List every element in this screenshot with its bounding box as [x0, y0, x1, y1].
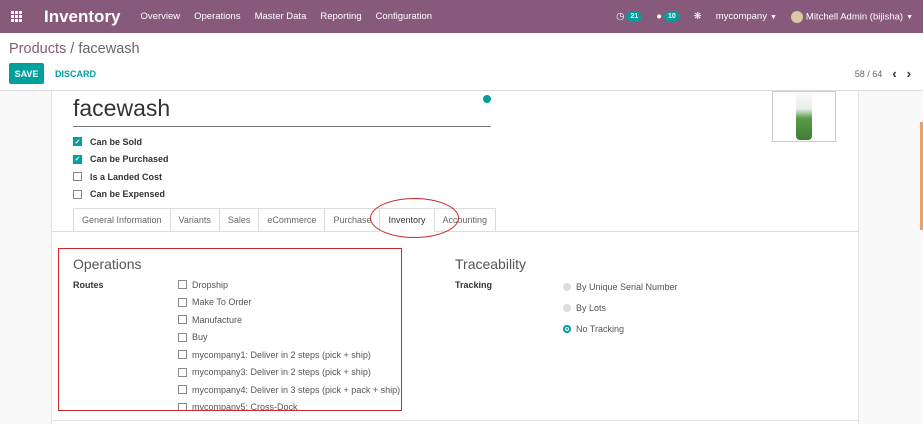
- chevron-left-icon[interactable]: ‹: [892, 66, 896, 81]
- tab-sales[interactable]: Sales: [218, 208, 259, 232]
- globe-icon[interactable]: [483, 95, 491, 103]
- option-can-be-expensed[interactable]: Can be Expensed: [73, 186, 169, 204]
- top-navbar: Inventory Overview Operations Master Dat…: [0, 0, 923, 33]
- activity-button[interactable]: ◷ 21: [616, 11, 643, 22]
- main-menu: Overview Operations Master Data Reportin…: [141, 11, 433, 22]
- checkbox-unchecked-icon[interactable]: [73, 172, 82, 182]
- divider: [51, 420, 859, 421]
- traceability-title: Traceability: [455, 256, 527, 272]
- tab-variants[interactable]: Variants: [169, 208, 219, 232]
- name-field-underline: [73, 126, 491, 127]
- pager: 58 / 64 ‹ ›: [855, 66, 911, 81]
- radio-label: By Unique Serial Number: [576, 281, 678, 292]
- chevron-down-icon: ▼: [906, 14, 913, 22]
- breadcrumb-separator: /: [66, 41, 79, 57]
- option-label: Can be Purchased: [90, 154, 169, 165]
- option-can-be-purchased[interactable]: ✓ Can be Purchased: [73, 151, 169, 169]
- radio-unselected-icon[interactable]: [563, 303, 571, 312]
- chat-icon: ●: [656, 11, 662, 22]
- option-label: Can be Sold: [90, 136, 143, 147]
- tracking-option-none[interactable]: No Tracking: [563, 318, 678, 339]
- checkbox-unchecked-icon[interactable]: [73, 189, 82, 199]
- radio-label: No Tracking: [576, 323, 625, 334]
- tracking-option-serial[interactable]: By Unique Serial Number: [563, 276, 678, 297]
- product-options: ✓ Can be Sold ✓ Can be Purchased Is a Land…: [73, 133, 169, 203]
- avatar: [790, 10, 803, 23]
- menu-reporting[interactable]: Reporting: [320, 11, 361, 22]
- tab-general-information[interactable]: General Information: [73, 208, 170, 232]
- chevron-right-icon[interactable]: ›: [907, 66, 911, 81]
- activity-count-badge: 21: [626, 12, 643, 21]
- menu-overview[interactable]: Overview: [141, 11, 181, 22]
- option-is-landed-cost[interactable]: Is a Landed Cost: [73, 168, 169, 186]
- menu-operations[interactable]: Operations: [194, 11, 240, 22]
- tracking-radio-group: By Unique Serial Number By Lots No Track…: [563, 276, 678, 339]
- apps-menu-icon[interactable]: [0, 0, 32, 33]
- radio-unselected-icon[interactable]: [563, 282, 571, 291]
- app-title[interactable]: Inventory: [44, 7, 121, 27]
- messages-count-badge: 10: [663, 12, 680, 21]
- company-switcher[interactable]: mycompany ▼: [716, 11, 777, 22]
- breadcrumb: Products / facewash: [9, 41, 140, 57]
- chevron-down-icon: ▼: [769, 14, 777, 21]
- checkbox-checked-icon[interactable]: ✓: [73, 137, 82, 147]
- company-name: mycompany: [715, 11, 767, 22]
- menu-master-data[interactable]: Master Data: [255, 11, 307, 22]
- tracking-label: Tracking: [455, 280, 493, 290]
- radio-label: By Lots: [576, 302, 607, 313]
- save-button[interactable]: SAVE: [9, 63, 44, 84]
- product-image[interactable]: [772, 91, 836, 142]
- menu-configuration[interactable]: Configuration: [376, 11, 433, 22]
- annotation-rectangle: [58, 248, 402, 411]
- product-tube-image: [796, 92, 812, 140]
- option-label: Is a Landed Cost: [90, 171, 163, 182]
- user-name: Mitchell Admin (bijisha): [805, 11, 904, 23]
- radio-selected-icon[interactable]: [563, 324, 571, 333]
- product-name-field[interactable]: facewash: [73, 95, 170, 122]
- option-label: Can be Expensed: [90, 189, 166, 200]
- clock-icon: ◷: [616, 11, 625, 22]
- breadcrumb-current: facewash: [78, 41, 140, 57]
- discard-button[interactable]: DISCARD: [55, 63, 96, 84]
- messages-button[interactable]: ● 10: [656, 11, 680, 22]
- breadcrumb-products[interactable]: Products: [9, 41, 66, 57]
- tab-ecommerce[interactable]: eCommerce: [258, 208, 325, 232]
- option-can-be-sold[interactable]: ✓ Can be Sold: [73, 133, 169, 151]
- user-menu[interactable]: Mitchell Admin (bijisha) ▼: [790, 10, 913, 23]
- debug-bug-icon[interactable]: ❋: [694, 11, 702, 22]
- checkbox-checked-icon[interactable]: ✓: [73, 154, 82, 164]
- annotation-ellipse: [370, 198, 459, 238]
- tracking-option-lots[interactable]: By Lots: [563, 297, 678, 318]
- pager-value[interactable]: 58 / 64: [855, 69, 883, 79]
